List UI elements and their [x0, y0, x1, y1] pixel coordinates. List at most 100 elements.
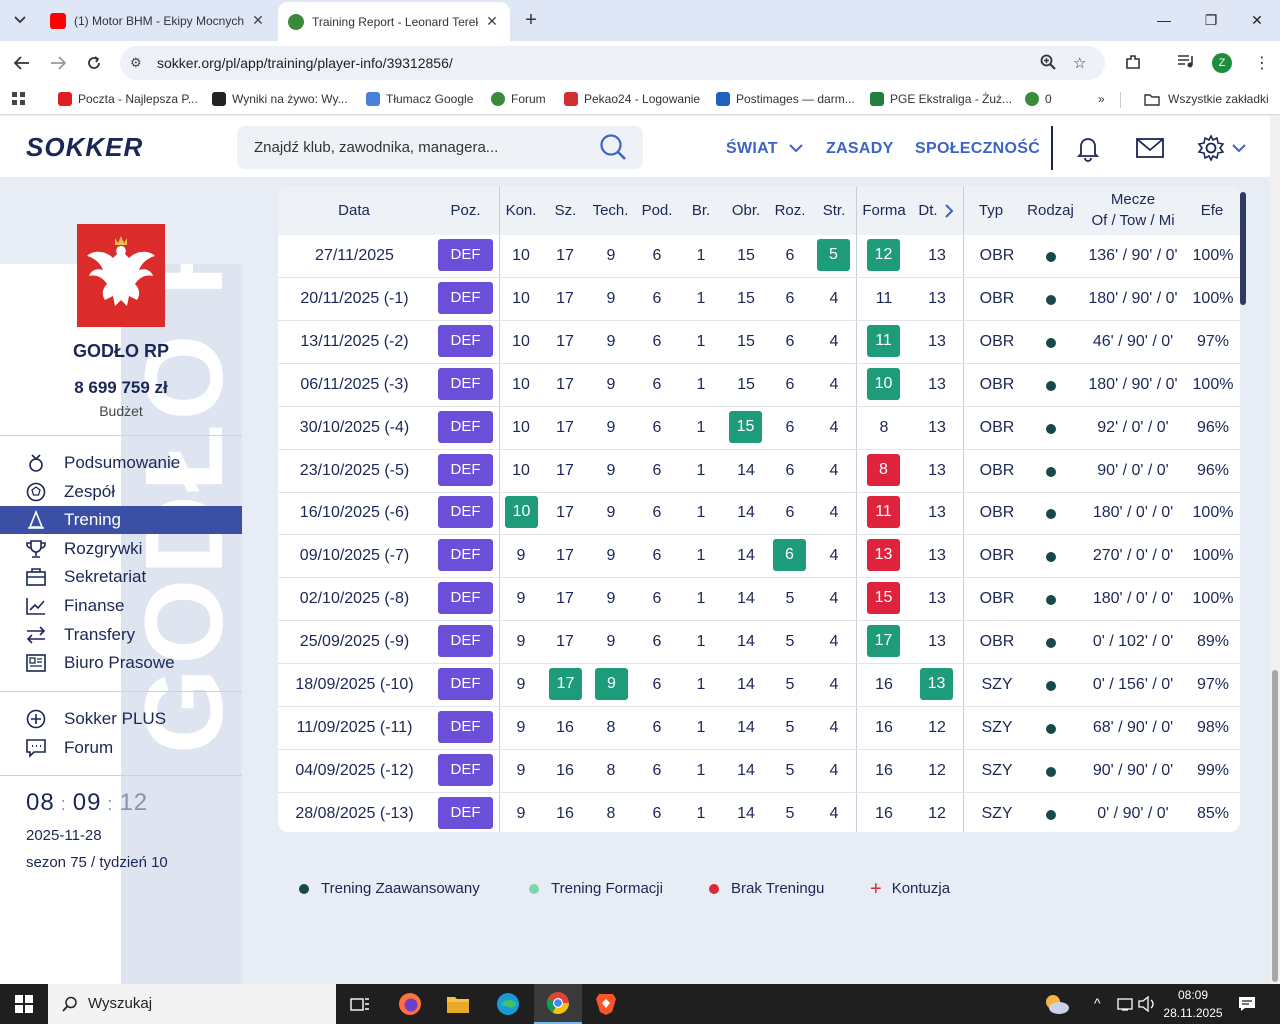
app-header: SOKKER Znajdź klub, zawodnika, managera.… — [0, 116, 1270, 177]
col-sz[interactable]: Sz. — [548, 202, 583, 219]
col-dt[interactable]: Dt. — [915, 202, 941, 219]
firefox-app[interactable] — [386, 984, 434, 1024]
new-tab-button[interactable]: + — [518, 8, 544, 34]
site-info-icon[interactable]: ⚙ — [130, 55, 142, 71]
sidebar-item-transfery[interactable]: Transfery — [0, 621, 242, 649]
sidebar-item-forum[interactable]: Forum — [0, 734, 242, 762]
browser-tab-active[interactable]: Training Report - Leonard Terek ✕ — [278, 2, 510, 41]
sidebar-item-sekretariat[interactable]: Sekretariat — [0, 563, 242, 591]
youtube-icon — [50, 12, 66, 29]
notification-icon[interactable] — [1238, 996, 1256, 1012]
file-explorer-app[interactable] — [434, 984, 482, 1024]
col-mecze[interactable]: Mecze — [1083, 191, 1183, 208]
apps-grid-icon[interactable] — [12, 92, 26, 106]
edge-app[interactable] — [484, 984, 532, 1024]
col-tech[interactable]: Tech. — [588, 202, 633, 219]
col-efe[interactable]: Efe — [1196, 202, 1228, 219]
close-icon[interactable]: ✕ — [250, 12, 266, 29]
taskbar-time[interactable]: 08:09 — [1160, 988, 1226, 1002]
reload-button[interactable] — [80, 49, 108, 77]
nav-swiat-label: ŚWIAT — [726, 140, 778, 157]
bookmark-item[interactable]: PGE Ekstraliga - Żuż... — [870, 92, 1012, 106]
cell-kon: 9 — [516, 718, 526, 736]
network-icon[interactable] — [1117, 997, 1133, 1011]
col-rodzaj[interactable]: Rodzaj — [1023, 202, 1078, 219]
bell-icon[interactable] — [1074, 134, 1102, 162]
bookmark-item[interactable]: 0 — [1025, 92, 1052, 106]
address-bar[interactable]: ⚙ sokker.org/pl/app/training/player-info… — [120, 46, 1105, 80]
position-badge: DEF — [438, 625, 493, 658]
col-kon[interactable]: Kon. — [500, 202, 542, 219]
col-forma[interactable]: Forma — [861, 202, 907, 219]
bookmark-item[interactable]: Tłumacz Google — [366, 92, 473, 106]
sidebar-item-rozgrywki[interactable]: Rozgrywki — [0, 535, 242, 563]
brave-app[interactable] — [582, 984, 630, 1024]
more-bookmarks-chevron-icon[interactable]: » — [1098, 92, 1105, 106]
col-obr[interactable]: Obr. — [728, 202, 764, 219]
bookmark-item[interactable]: Poczta - Najlepsza P... — [58, 92, 198, 106]
gear-icon[interactable] — [1197, 134, 1225, 162]
sidebar-item-sokker-plus[interactable]: Sokker PLUS — [0, 705, 242, 733]
maximize-button[interactable]: ❐ — [1188, 0, 1234, 40]
page-scrollbar-thumb[interactable] — [1272, 670, 1278, 982]
bookmark-label: Tłumacz Google — [386, 92, 474, 106]
table-row: 04/09/2025 (-12) DEF 9 16 8 6 1 14 5 4 16 12 SZY 90' … — [278, 750, 1240, 793]
sokker-logo[interactable]: SOKKER — [26, 132, 143, 163]
cell-sz: 16 — [556, 761, 574, 779]
volume-icon[interactable] — [1138, 996, 1156, 1012]
back-button[interactable] — [8, 49, 36, 77]
bookmark-item[interactable]: Wyniki na żywo: Wy... — [212, 92, 348, 106]
sidebar-item-podsumowanie[interactable]: Podsumowanie — [0, 449, 242, 477]
col-roz[interactable]: Roz. — [772, 202, 808, 219]
search-input[interactable]: Znajdź klub, zawodnika, managera... — [237, 126, 643, 169]
taskbar-search[interactable]: Wyszukaj — [48, 984, 336, 1024]
newspaper-icon — [25, 652, 47, 674]
col-pos[interactable]: Poz. — [443, 202, 488, 219]
mail-icon[interactable] — [1136, 134, 1164, 162]
col-br[interactable]: Br. — [684, 202, 718, 219]
chevron-right-icon[interactable] — [945, 204, 954, 218]
col-pod[interactable]: Pod. — [638, 202, 676, 219]
browser-tab[interactable]: (1) Motor BHM - Ekipy Mocnych ✕ — [40, 0, 276, 41]
folder-icon — [1144, 93, 1160, 106]
weather-icon[interactable] — [1042, 992, 1070, 1016]
media-control-icon[interactable] — [1177, 53, 1195, 74]
col-str[interactable]: Str. — [817, 202, 851, 219]
nav-zasady[interactable]: ZASADY — [826, 140, 894, 158]
tab-search-button[interactable] — [6, 7, 34, 33]
sidebar-item-trening[interactable]: Trening — [0, 506, 242, 534]
search-icon[interactable] — [599, 133, 627, 161]
bookmark-item[interactable]: Postimages — darm... — [716, 92, 855, 106]
nav-spolecznosc[interactable]: SPOŁECZNOŚĆ — [915, 140, 1040, 158]
chevron-down-icon[interactable] — [1232, 144, 1246, 153]
col-typ[interactable]: Typ — [976, 202, 1006, 219]
taskbar-date[interactable]: 28.11.2025 — [1160, 1006, 1226, 1020]
sidebar-item-biuro-prasowe[interactable]: Biuro Prasowe — [0, 649, 242, 677]
sidebar-item-finanse[interactable]: Finanse — [0, 592, 242, 620]
close-icon[interactable]: ✕ — [484, 13, 500, 30]
bookmark-item[interactable]: Forum — [491, 92, 546, 106]
cell-br: 1 — [696, 375, 706, 393]
forward-button[interactable] — [44, 49, 72, 77]
nav-swiat[interactable]: ŚWIAT — [726, 140, 803, 158]
minimize-button[interactable]: — — [1141, 0, 1187, 40]
club-name[interactable]: GODŁO RP — [0, 341, 242, 362]
sidebar-item-zespol[interactable]: Zespół — [0, 478, 242, 506]
tray-chevron-up-icon[interactable]: ^ — [1094, 995, 1101, 1011]
task-view-button[interactable] — [336, 984, 384, 1024]
search-icon — [62, 996, 77, 1012]
menu-kebab-icon[interactable]: ⋮ — [1254, 53, 1270, 73]
close-window-button[interactable]: ✕ — [1234, 0, 1280, 40]
bookmark-item[interactable]: Pekao24 - Logowanie — [564, 92, 700, 106]
browser-toolbar: ⚙ sokker.org/pl/app/training/player-info… — [0, 41, 1280, 85]
chrome-app[interactable] — [534, 984, 582, 1024]
all-bookmarks-button[interactable]: Wszystkie zakładki — [1144, 92, 1269, 106]
table-scrollbar-thumb[interactable] — [1240, 192, 1246, 305]
extensions-icon[interactable] — [1124, 53, 1142, 76]
start-button[interactable] — [0, 984, 48, 1024]
profile-avatar[interactable]: Z — [1212, 53, 1232, 73]
cell-tech: 8 — [606, 804, 616, 822]
zoom-icon[interactable] — [1040, 54, 1056, 74]
bookmark-star-icon[interactable]: ☆ — [1073, 54, 1086, 72]
col-date[interactable]: Data — [328, 202, 380, 219]
